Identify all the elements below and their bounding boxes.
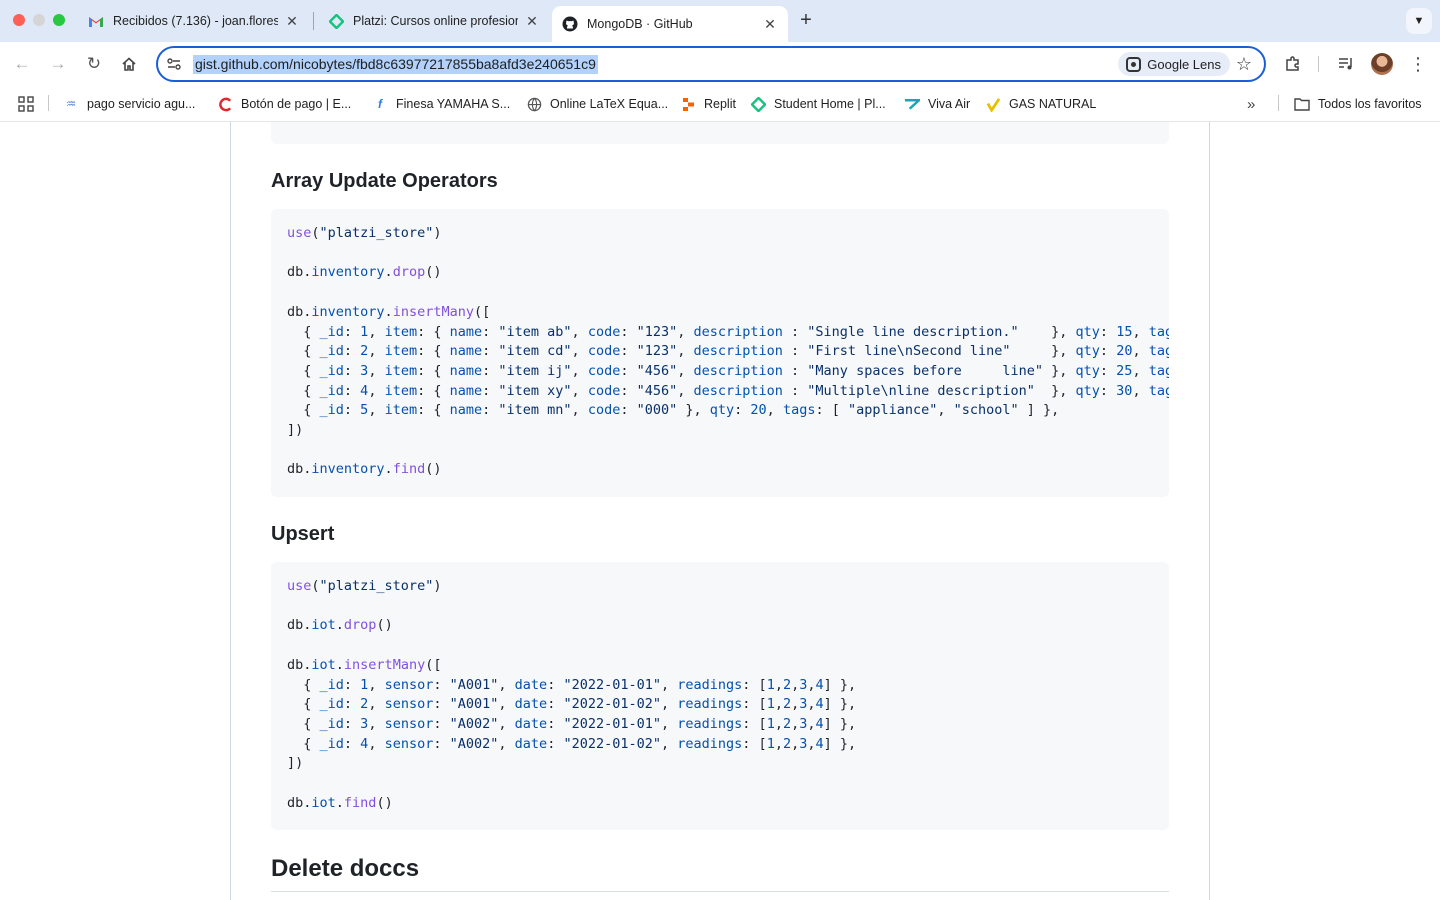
reload-icon[interactable]: ↻ <box>80 50 108 78</box>
bookmark-item[interactable]: Botón de pago | E... <box>217 95 351 113</box>
section-heading-array-update: Array Update Operators <box>271 170 498 192</box>
more-bookmarks-icon[interactable]: » <box>1247 95 1255 113</box>
bookmark-label: Finesa YAMAHA S... <box>396 97 511 111</box>
close-icon[interactable]: ✕ <box>524 13 540 29</box>
profile-avatar[interactable] <box>1371 53 1393 75</box>
platzi-icon <box>328 13 344 29</box>
all-bookmarks-folder[interactable]: Todos los favoritos <box>1294 95 1422 113</box>
back-arrow-icon[interactable]: ← <box>8 50 36 78</box>
section-heading-upsert: Upsert <box>271 523 335 545</box>
code-block-upsert[interactable]: use("platzi_store") db.iot.drop() db.iot… <box>271 562 1169 830</box>
code-block-array-update[interactable]: use("platzi_store") db.inventory.drop() … <box>271 209 1169 497</box>
close-icon[interactable]: ✕ <box>284 13 300 29</box>
forward-arrow-icon[interactable]: → <box>44 50 72 78</box>
gmail-icon <box>88 13 104 29</box>
lens-label: Google Lens <box>1147 56 1221 72</box>
bookmarks-divider <box>48 95 49 111</box>
lens-icon <box>1126 56 1142 72</box>
toolbar-divider <box>1318 56 1319 72</box>
payment-icon <box>217 96 233 112</box>
vivaair-icon <box>904 96 920 112</box>
bookmark-label: Todos los favoritos <box>1318 97 1422 111</box>
replit-icon <box>680 96 696 112</box>
extensions-icon[interactable] <box>1279 50 1307 78</box>
tab-gmail[interactable]: Recibidos (7.136) - joan.flores ✕ <box>78 6 310 36</box>
water-icon: ♒ <box>65 97 77 111</box>
google-lens-button[interactable]: Google Lens <box>1118 52 1230 76</box>
bookmark-item[interactable]: ♒ pago servicio agu... <box>63 95 196 113</box>
kebab-menu-icon[interactable]: ⋮ <box>1404 50 1432 78</box>
tab-search-chevron-icon[interactable]: ▼ <box>1406 8 1432 34</box>
window-minimize-button[interactable] <box>33 14 45 26</box>
tab-title: Recibidos (7.136) - joan.flores <box>113 14 278 28</box>
home-icon[interactable] <box>115 50 143 78</box>
bookmark-item[interactable]: GAS NATURAL <box>985 95 1096 113</box>
tab-divider <box>313 12 314 30</box>
code-block-previous <box>271 122 1169 144</box>
site-settings-icon[interactable] <box>166 56 182 72</box>
tab-platzi[interactable]: Platzi: Cursos online profesiona ✕ <box>318 6 550 36</box>
page-content: Array Update Operators use("platzi_store… <box>0 122 1440 900</box>
bookmark-label: Online LaTeX Equa... <box>550 97 669 111</box>
bookmarks-bar: ♒ pago servicio agu... Botón de pago | E… <box>0 86 1440 122</box>
media-control-icon[interactable] <box>1332 50 1360 78</box>
platzi-icon <box>750 96 766 112</box>
bookmark-star-icon[interactable]: ☆ <box>1236 52 1252 76</box>
tab-title: Platzi: Cursos online profesiona <box>353 14 518 28</box>
window-maximize-button[interactable] <box>53 14 65 26</box>
bookmark-label: pago servicio agu... <box>87 97 196 111</box>
address-bar[interactable]: gist.github.com/nicobytes/fbd8c639772178… <box>156 46 1266 82</box>
gas-icon <box>985 96 1001 112</box>
github-icon <box>562 16 578 32</box>
tab-title: MongoDB · GitHub <box>587 17 693 31</box>
bookmark-item[interactable]: Replit <box>680 95 736 113</box>
bookmark-label: Replit <box>704 97 736 111</box>
bookmark-label: Student Home | Pl... <box>774 97 886 111</box>
tab-strip: Recibidos (7.136) - joan.flores ✕ Platzi… <box>0 0 1440 42</box>
close-icon[interactable]: ✕ <box>762 16 778 32</box>
toolbar: ← → ↻ gist.github.com/nicobytes/fbd8c639… <box>0 42 1440 86</box>
bookmark-item[interactable]: Viva Air <box>904 95 970 113</box>
apps-grid-icon[interactable] <box>18 95 34 113</box>
bookmark-label: Viva Air <box>928 97 971 111</box>
section-heading-delete: Delete doccs <box>271 855 420 882</box>
bookmark-item[interactable]: Online LaTeX Equa... <box>526 95 668 113</box>
globe-icon <box>526 96 542 112</box>
new-tab-button[interactable]: + <box>796 10 816 30</box>
window-close-button[interactable] <box>13 14 25 26</box>
finesa-icon: f <box>378 97 382 111</box>
heading-rule <box>271 891 1169 892</box>
bookmarks-divider <box>1278 95 1279 111</box>
folder-icon <box>1294 96 1310 112</box>
bookmark-label: Botón de pago | E... <box>241 97 352 111</box>
tab-github[interactable]: MongoDB · GitHub ✕ <box>552 6 788 42</box>
bookmark-item[interactable]: Student Home | Pl... <box>750 95 886 113</box>
bookmark-item[interactable]: f Finesa YAMAHA S... <box>372 95 510 113</box>
bookmark-label: GAS NATURAL <box>1009 97 1097 111</box>
url-text[interactable]: gist.github.com/nicobytes/fbd8c639772178… <box>193 55 598 74</box>
